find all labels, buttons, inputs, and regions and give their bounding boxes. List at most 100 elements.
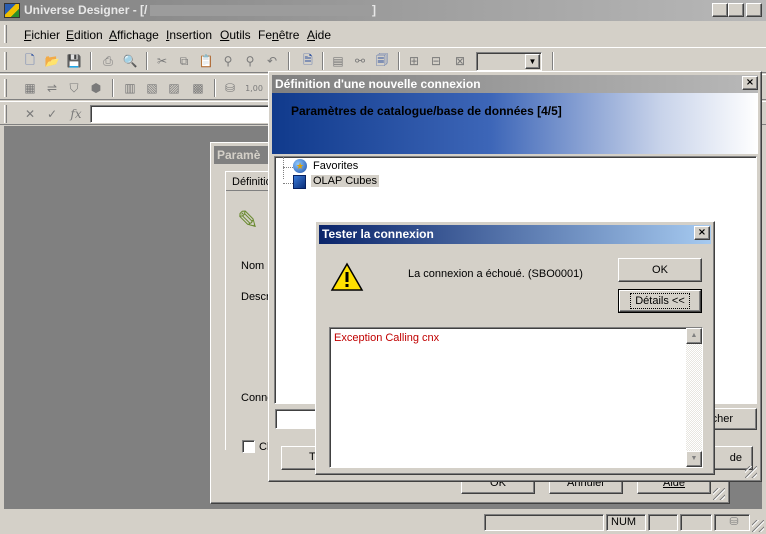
table-browser-icon[interactable]: ▤ [328,52,348,70]
menu-affichage[interactable]: Affichage [109,28,159,42]
tree-item-olap-cubes[interactable]: OLAP Cubes [311,175,380,187]
formula-input[interactable] [90,105,270,123]
hierarchy-icon[interactable]: ⊠ [450,52,470,70]
minimize-button[interactable]: _ [712,3,728,17]
menu-label: Fe [258,28,273,42]
tree-line [283,183,293,184]
join-icon[interactable]: ⚯ [350,52,370,70]
connection-icon: ✎ [237,205,259,235]
dialog-caption: Définition d'une nouvelle connexion [272,75,758,93]
menu-label: dition [74,28,103,42]
database-icon: ⛁ [714,514,750,531]
menu-aide[interactable]: Aide [307,28,331,42]
insert-table-icon[interactable]: ▦ [20,79,40,97]
detect-keys-icon[interactable]: ▥ [120,79,140,97]
menu-grip [4,25,7,43]
scroll-up-icon[interactable]: ▲ [686,328,702,344]
status-pane [648,514,678,531]
name-label: Nom : [241,260,271,272]
filter-icon[interactable]: ⛉ [64,79,84,97]
undo-icon[interactable]: ↶ [262,52,282,70]
tab-definition[interactable]: Définitio [225,171,272,191]
menu-insertion[interactable]: Insertion [166,28,212,42]
menu-fenetre[interactable]: Fenêtre [258,28,299,42]
find-next-icon[interactable]: ⚲ [240,52,260,70]
menu-accel: O [220,28,230,42]
tree-item-favorites[interactable]: Favorites [313,160,358,172]
detect-loops-icon[interactable]: ▩ [188,79,208,97]
wizard-icon[interactable]: 🗎 [298,52,318,70]
menu-edition[interactable]: Edition [66,28,103,42]
save-icon[interactable]: 💾 [64,52,84,70]
toolbar-separator [288,52,290,70]
ok-button[interactable]: OK [618,258,702,282]
checkbox[interactable] [242,440,255,453]
arrange-tables-icon[interactable]: ⊞ [404,52,424,70]
details-button[interactable]: Détails << [618,289,702,313]
status-bar: NUM ⛁ [0,511,766,534]
view-data-icon[interactable]: ⛁ [220,79,240,97]
menu-label: nsertion [169,28,213,42]
function-icon[interactable]: fx [66,105,86,123]
menu-label: utils [229,28,251,42]
check-integrity-icon[interactable]: 🗐 [372,52,392,70]
menu-fichier[interactable]: Fichier [24,28,60,42]
resize-grip[interactable] [745,466,757,478]
menu-accel: E [66,28,75,42]
detect-joins-icon[interactable]: ▧ [142,79,162,97]
formula-accept-icon[interactable]: ✓ [42,105,62,123]
toolbar-separator [322,52,324,70]
status-pane [680,514,712,531]
toolbar-separator [146,52,148,70]
menu-accel: A [307,28,316,42]
menu-label: ffichage [117,28,159,42]
globe-icon: ★ [293,159,307,173]
app-icon [4,3,20,18]
menu-accel: n [272,28,279,42]
copy-icon[interactable]: ⧉ [174,52,194,70]
print-preview-icon[interactable]: 🔍 [120,52,140,70]
maximize-button[interactable]: □ [728,3,744,17]
toolbar-separator [112,79,114,97]
resize-grip[interactable] [752,520,764,532]
toolbar-grip [4,52,7,70]
find-icon[interactable]: ⚲ [218,52,238,70]
new-file-icon[interactable]: 🗋 [20,52,40,70]
error-details-box[interactable]: Exception Calling cnx ▲ ▼ [329,327,703,468]
close-icon[interactable]: × [742,76,758,90]
close-button[interactable]: × [746,3,762,17]
formula-cancel-icon[interactable]: ✕ [20,105,40,123]
scroll-down-icon[interactable]: ▼ [686,451,702,467]
toolbar-separator [214,79,216,97]
toolbar-grip [4,105,7,123]
redacted-path [150,5,370,16]
open-folder-icon[interactable]: 📂 [42,52,62,70]
close-icon[interactable]: × [694,226,710,240]
menu-outils[interactable]: Outils [220,28,251,42]
details-label: Détails << [630,293,690,309]
format-number-label: 1,00 [245,83,263,93]
menu-label: ichier [31,28,61,42]
insert-join-icon[interactable]: ⇌ [42,79,62,97]
toolbar-separator [552,52,554,70]
window-title-suffix: ] [372,3,376,17]
format-number-icon[interactable]: 1,00 [244,79,264,97]
description-label: Descr [241,291,270,303]
detect-cardinality-icon[interactable]: ▨ [164,79,184,97]
wizard-banner: Paramètres de catalogue/base de données … [272,93,758,154]
test-connection-dialog: Tester la connexion × La connexion a éch… [315,221,715,475]
toolbar-grip [4,79,7,97]
cube-icon [293,175,306,189]
menu-accel: A [109,28,118,42]
chevron-down-icon[interactable]: ▼ [525,54,540,69]
print-icon[interactable]: ⎙ [98,52,118,70]
resize-grip[interactable] [713,488,725,500]
menu-label: être [278,28,300,42]
toolbar-separator [398,52,400,70]
zoom-combo[interactable]: ▼ [476,52,542,71]
insert-object-icon[interactable]: ⬢ [86,79,106,97]
view-list-icon[interactable]: ⊟ [426,52,446,70]
paste-icon[interactable]: 📋 [196,52,216,70]
cut-icon[interactable]: ✂ [152,52,172,70]
scrollbar[interactable]: ▲ ▼ [686,328,702,467]
